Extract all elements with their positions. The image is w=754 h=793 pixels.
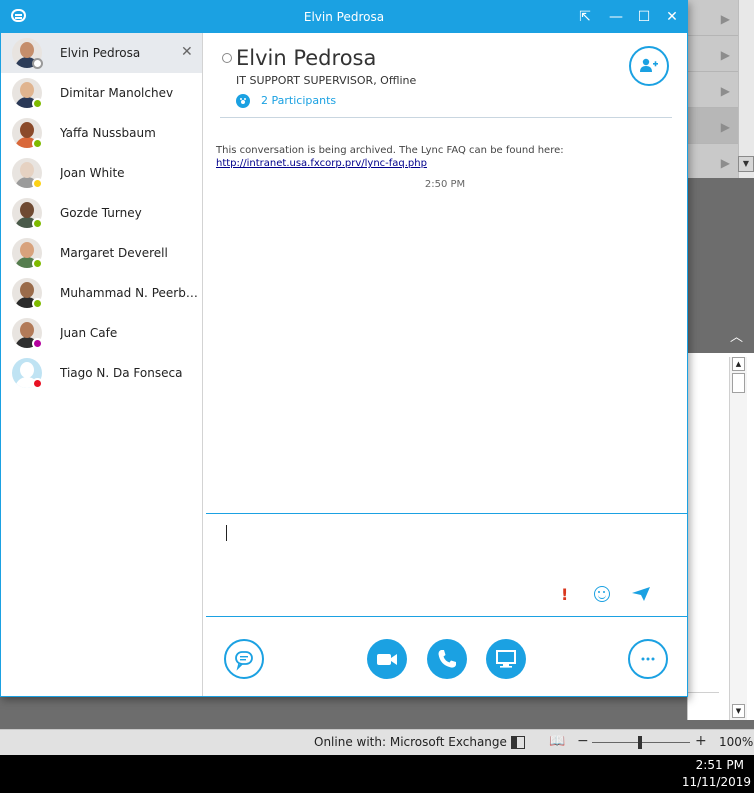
presence-oof-indicator — [32, 338, 43, 349]
message-input[interactable]: ! — [206, 514, 687, 616]
conversation-toolbar — [203, 617, 687, 696]
conversation-window: Elvin Pedrosa ⇱ — ☐ ✕ Elvin Pedrosa ✕ Dimi… — [0, 0, 688, 697]
zoom-level[interactable]: 100% — [719, 735, 753, 749]
add-person-icon — [640, 58, 658, 72]
more-options-button[interactable] — [628, 639, 668, 679]
zoom-slider-thumb[interactable] — [638, 736, 642, 749]
message-timestamp: 2:50 PM — [424, 179, 466, 190]
contact-item[interactable]: Juan Cafe — [1, 313, 202, 353]
contact-name: Elvin Pedrosa — [60, 46, 141, 60]
contact-item[interactable]: Elvin Pedrosa ✕ — [1, 33, 202, 73]
participants-icon[interactable] — [236, 94, 250, 108]
ellipsis-icon — [641, 657, 655, 661]
maximize-button[interactable]: ☐ — [633, 7, 655, 27]
presence-away-indicator — [32, 178, 43, 189]
im-icon — [235, 651, 253, 671]
contact-item[interactable]: Dimitar Manolchev — [1, 73, 202, 113]
contact-name: Yaffa Nussbaum — [60, 126, 156, 140]
presence-offline-indicator — [222, 53, 232, 63]
zoom-out-button[interactable]: − — [577, 733, 589, 749]
contact-title-status: IT SUPPORT SUPERVISOR, Offline — [236, 74, 417, 87]
contact-name[interactable]: Elvin Pedrosa — [236, 46, 376, 70]
scroll-thumb[interactable] — [732, 373, 745, 393]
popout-button[interactable]: ⇱ — [574, 7, 596, 27]
scroll-down-arrow[interactable]: ▼ — [738, 156, 754, 172]
presence-available-indicator — [32, 138, 43, 149]
close-button[interactable]: ✕ — [661, 7, 683, 27]
presence-offline-indicator — [32, 58, 43, 69]
presence-available-indicator — [32, 298, 43, 309]
participants-link[interactable]: 2 Participants — [261, 94, 336, 107]
presence-available-indicator — [32, 98, 43, 109]
video-camera-icon — [377, 654, 397, 665]
contact-name: Gozde Turney — [60, 206, 142, 220]
zoom-in-button[interactable]: + — [695, 733, 707, 749]
conversation-pane: Elvin Pedrosa IT SUPPORT SUPERVISOR, Off… — [203, 33, 687, 696]
divider — [687, 692, 719, 693]
send-icon[interactable] — [632, 587, 650, 601]
contact-name: Tiago N. Da Fonseca — [60, 366, 183, 380]
normal-view-icon[interactable] — [511, 736, 525, 749]
minimize-button[interactable]: — — [605, 7, 627, 27]
contact-name: Dimitar Manolchev — [60, 86, 174, 100]
im-button[interactable] — [224, 639, 264, 679]
reading-view-icon[interactable]: 📖 — [549, 734, 565, 749]
flag-icon[interactable]: ▶ — [721, 48, 730, 62]
contact-item[interactable]: Yaffa Nussbaum — [1, 113, 202, 153]
message-history: This conversation is being archived. The… — [203, 118, 687, 514]
flag-icon[interactable]: ▶ — [721, 120, 730, 134]
scroll-down-arrow[interactable]: ▼ — [732, 704, 745, 718]
contact-item[interactable]: Margaret Deverell — [1, 233, 202, 273]
contact-item[interactable]: Muhammad N. Peerbocus — [1, 273, 202, 313]
connection-status: Online with: Microsoft Exchange — [314, 735, 507, 749]
text-caret — [226, 525, 227, 541]
title-bar[interactable]: Elvin Pedrosa ⇱ — ☐ ✕ — [1, 1, 687, 33]
phone-icon — [438, 650, 456, 668]
taskbar-time[interactable]: 2:51 PM — [696, 758, 744, 772]
call-button[interactable] — [427, 639, 467, 679]
lync-faq-link[interactable]: http://intranet.usa.fxcorp.prv/lync-faq.… — [216, 158, 427, 169]
contact-item[interactable]: Tiago N. Da Fonseca — [1, 353, 202, 393]
conversation-list: Elvin Pedrosa ✕ Dimitar Manolchev Yaffa Nus… — [1, 33, 203, 696]
emoticon-icon[interactable] — [594, 586, 610, 602]
contact-item[interactable]: Joan White — [1, 153, 202, 193]
video-button[interactable] — [367, 639, 407, 679]
message-list-scrollbar[interactable] — [738, 0, 754, 178]
background-splitter — [687, 178, 754, 348]
flag-icon[interactable]: ▶ — [721, 12, 730, 26]
taskbar: 2:51 PM 11/11/2019 — [0, 755, 754, 793]
status-bar: Online with: Microsoft Exchange 📖 − + 10… — [0, 729, 754, 755]
taskbar-date[interactable]: 11/11/2019 — [682, 775, 751, 789]
presence-available-indicator — [32, 258, 43, 269]
flag-icon[interactable]: ▶ — [721, 156, 730, 170]
important-button[interactable]: ! — [561, 585, 568, 604]
contact-item[interactable]: Gozde Turney — [1, 193, 202, 233]
contact-name: Margaret Deverell — [60, 246, 168, 260]
flag-icon[interactable]: ▶ — [721, 84, 730, 98]
monitor-icon — [496, 650, 516, 668]
add-person-button[interactable] — [629, 46, 669, 86]
presence-available-indicator — [32, 218, 43, 229]
contact-name: Muhammad N. Peerbocus — [60, 286, 198, 300]
presence-busy-indicator — [32, 378, 43, 389]
scroll-up-arrow[interactable]: ▲ — [732, 357, 745, 371]
archive-notice: This conversation is being archived. The… — [216, 145, 564, 156]
contact-name: Juan Cafe — [60, 326, 118, 340]
close-conversation-icon[interactable]: ✕ — [181, 44, 193, 60]
contact-name: Joan White — [60, 166, 125, 180]
reading-pane-scrollbar[interactable]: ▲ ▼ — [729, 357, 747, 720]
present-button[interactable] — [486, 639, 526, 679]
collapse-chevron-icon[interactable]: ︿ — [730, 326, 743, 345]
